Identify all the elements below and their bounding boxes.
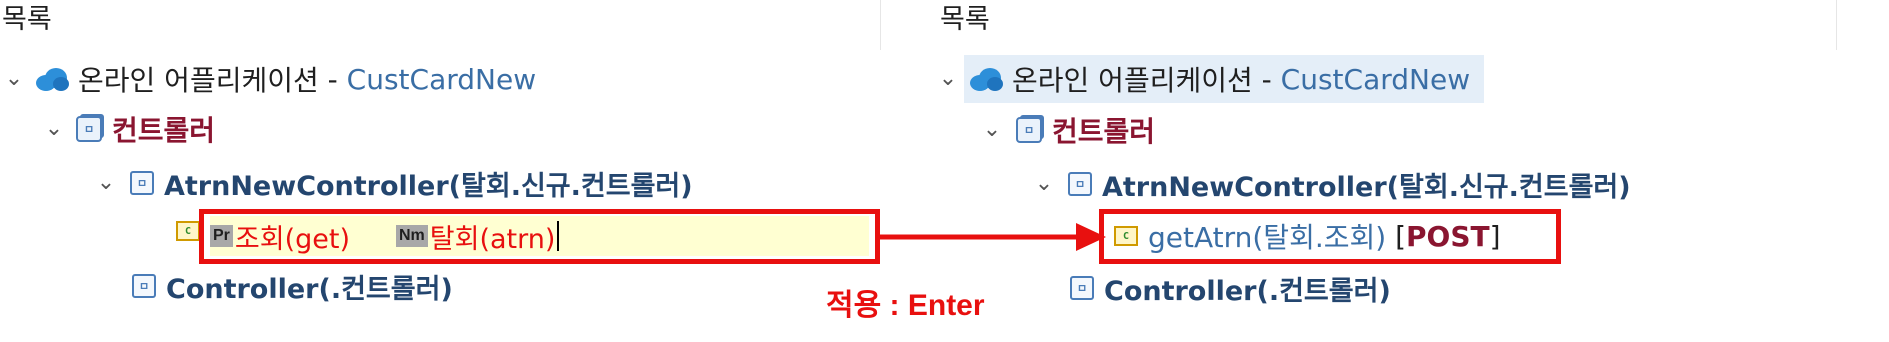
- app-node-separator: -: [1252, 62, 1281, 96]
- left-panel-header: 목록: [2, 4, 52, 35]
- chevron-down-icon[interactable]: ⌄: [936, 59, 960, 99]
- app-node-project: CustCardNew: [346, 62, 537, 96]
- name-chip-nm: Nm: [396, 225, 428, 247]
- left-tree-controller-folder[interactable]: ⌄ ㅁ 컨트롤러: [42, 109, 215, 149]
- right-panel-header: 목록: [940, 4, 990, 35]
- name-text: 탈회(atrn): [429, 223, 556, 255]
- controller-folder-icon: ㅁ: [1016, 117, 1042, 143]
- right-tree-app-node[interactable]: ⌄ 온라인 어플리케이션 - CustCardNew: [936, 55, 1485, 103]
- left-tree-app-node[interactable]: ⌄ 온라인 어플리케이션 - CustCardNew: [2, 59, 536, 99]
- controller-class-label: AtrnNewController(탈회.신규.컨트롤러): [164, 170, 693, 202]
- controller-class-icon: ㅁ: [130, 171, 154, 195]
- http-method-badge: POST: [1406, 219, 1490, 253]
- prefix-chip-pr: Pr: [210, 225, 233, 247]
- apply-enter-hint: 적용 : Enter: [826, 289, 985, 322]
- chevron-down-icon[interactable]: ⌄: [2, 59, 26, 99]
- app-node-name: 온라인 어플리케이션: [1012, 64, 1253, 97]
- right-tree-controller-folder[interactable]: ⌄ ㅁ 컨트롤러: [980, 110, 1155, 150]
- controller-folder-label: 컨트롤러: [112, 114, 216, 147]
- right-app-node-selection[interactable]: 온라인 어플리케이션 - CustCardNew: [964, 55, 1485, 103]
- method-bracket-open: [: [1386, 219, 1407, 253]
- panel-divider: [880, 0, 881, 50]
- arrow-right-icon: [880, 223, 1106, 251]
- chevron-down-icon[interactable]: ⌄: [94, 163, 118, 203]
- app-node-project: CustCardNew: [1280, 62, 1471, 96]
- method-icon: C: [1114, 226, 1138, 246]
- controller-folder-label: 컨트롤러: [1052, 115, 1156, 148]
- method-bracket-close: ]: [1489, 219, 1501, 253]
- chevron-down-icon[interactable]: ⌄: [1032, 164, 1056, 204]
- method-name: getAtrn(탈회.조회): [1148, 221, 1387, 254]
- right-tree-controller-class-2[interactable]: ㅁ Controller(.컨트롤러): [1070, 268, 1391, 308]
- right-tree-controller-class[interactable]: ⌄ ㅁ AtrnNewController(탈회.신규.컨트롤러): [1032, 164, 1631, 204]
- controller-folder-icon: ㅁ: [76, 116, 102, 142]
- controller-class-label: AtrnNewController(탈회.신규.컨트롤러): [1102, 171, 1631, 203]
- cloud-icon: [970, 68, 1003, 91]
- prefix-text: 조회(get): [234, 223, 350, 255]
- chevron-down-icon[interactable]: ⌄: [980, 110, 1004, 150]
- cloud-icon: [36, 68, 69, 91]
- tree-method-node[interactable]: C getAtrn(탈회.조회) [ POST ]: [1114, 216, 1501, 256]
- panel-divider-right: [1836, 0, 1837, 50]
- method-icon: C: [176, 221, 200, 241]
- controller-class-label-2: Controller(.컨트롤러): [1104, 275, 1391, 307]
- controller-class-icon: ㅁ: [1070, 276, 1094, 300]
- chevron-down-icon[interactable]: ⌄: [42, 109, 66, 149]
- left-tree-controller-class-2[interactable]: ㅁ Controller(.컨트롤러): [132, 266, 453, 306]
- app-node-name: 온라인 어플리케이션: [78, 64, 319, 97]
- controller-class-icon: ㅁ: [132, 274, 156, 298]
- app-node-separator: -: [318, 62, 347, 96]
- result-highlight-box: C getAtrn(탈회.조회) [ POST ]: [1099, 209, 1561, 264]
- controller-class-icon: ㅁ: [1068, 172, 1092, 196]
- left-tree-controller-class[interactable]: ⌄ ㅁ AtrnNewController(탈회.신규.컨트롤러): [94, 163, 693, 203]
- edit-highlight-box: Pr 조회(get) Nm 탈회(atrn): [199, 209, 880, 264]
- method-name-edit-field[interactable]: Pr 조회(get) Nm 탈회(atrn): [210, 216, 869, 256]
- controller-class-label-2: Controller(.컨트롤러): [166, 273, 453, 305]
- text-caret: [557, 221, 560, 251]
